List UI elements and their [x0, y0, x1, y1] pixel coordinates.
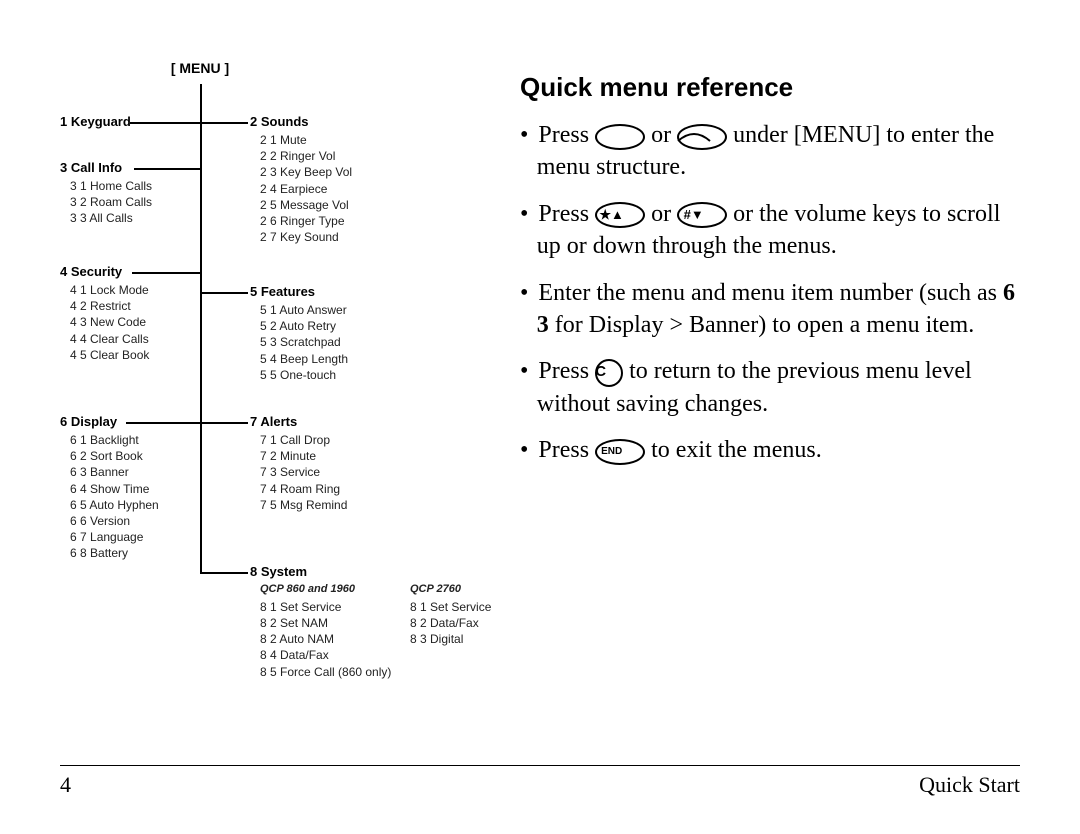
menu-5-features: 5 Features [250, 284, 315, 299]
menu-8-items-b: QCP 2760 8 1 Set Service 8 2 Data/Fax 8 … [410, 582, 491, 647]
menu-2-sounds: 2 Sounds [250, 114, 309, 129]
menu-3-callinfo: 3 Call Info [60, 160, 122, 175]
instruction-5: Press END to exit the menus. [520, 434, 1020, 466]
menu-7-alerts: 7 Alerts [250, 414, 297, 429]
star-up-key-icon: ★▲ [595, 202, 645, 228]
menu-6-display: 6 Display [60, 414, 117, 429]
menu-3-items: 3 1 Home Calls 3 2 Roam Calls 3 3 All Ca… [70, 178, 152, 227]
page-number: 4 [60, 772, 71, 798]
end-key-icon: END [595, 439, 645, 465]
menu-7-items: 7 1 Call Drop 7 2 Minute 7 3 Service 7 4… [260, 432, 347, 513]
instruction-4: Press C to return to the previous menu l… [520, 355, 1020, 420]
hash-down-key-icon: #▼ [677, 202, 727, 228]
instructions-column: Quick menu reference Press or under [MEN… [520, 60, 1020, 760]
page-footer: 4 Quick Start [60, 765, 1020, 798]
softkey-arc-icon [677, 124, 727, 150]
menu-6-items: 6 1 Backlight 6 2 Sort Book 6 3 Banner 6… [70, 432, 159, 562]
page-title: Quick menu reference [520, 70, 1020, 105]
menu-tree-diagram: [ MENU ] 1 Keyguard 2 Sounds 2 1 Mute 2 … [60, 60, 440, 760]
instruction-1: Press or under [MENU] to enter the menu … [520, 119, 1020, 184]
footer-section: Quick Start [919, 772, 1020, 798]
menu-4-security: 4 Security [60, 264, 122, 279]
menu-1-keyguard: 1 Keyguard [60, 114, 131, 129]
instruction-3: Enter the menu and menu item number (suc… [520, 277, 1020, 342]
softkey-flat-icon [595, 124, 645, 150]
instruction-2: Press ★▲ or #▼ or the volume keys to scr… [520, 198, 1020, 263]
menu-5-items: 5 1 Auto Answer 5 2 Auto Retry 5 3 Scrat… [260, 302, 348, 383]
c-key-icon: C [595, 359, 623, 387]
menu-root-label: [ MENU ] [170, 60, 230, 76]
menu-8-system: 8 System [250, 564, 307, 579]
menu-2-items: 2 1 Mute 2 2 Ringer Vol 2 3 Key Beep Vol… [260, 132, 352, 245]
menu-8-items-a: QCP 860 and 1960 8 1 Set Service 8 2 Set… [260, 582, 391, 680]
menu-4-items: 4 1 Lock Mode 4 2 Restrict 4 3 New Code … [70, 282, 149, 363]
